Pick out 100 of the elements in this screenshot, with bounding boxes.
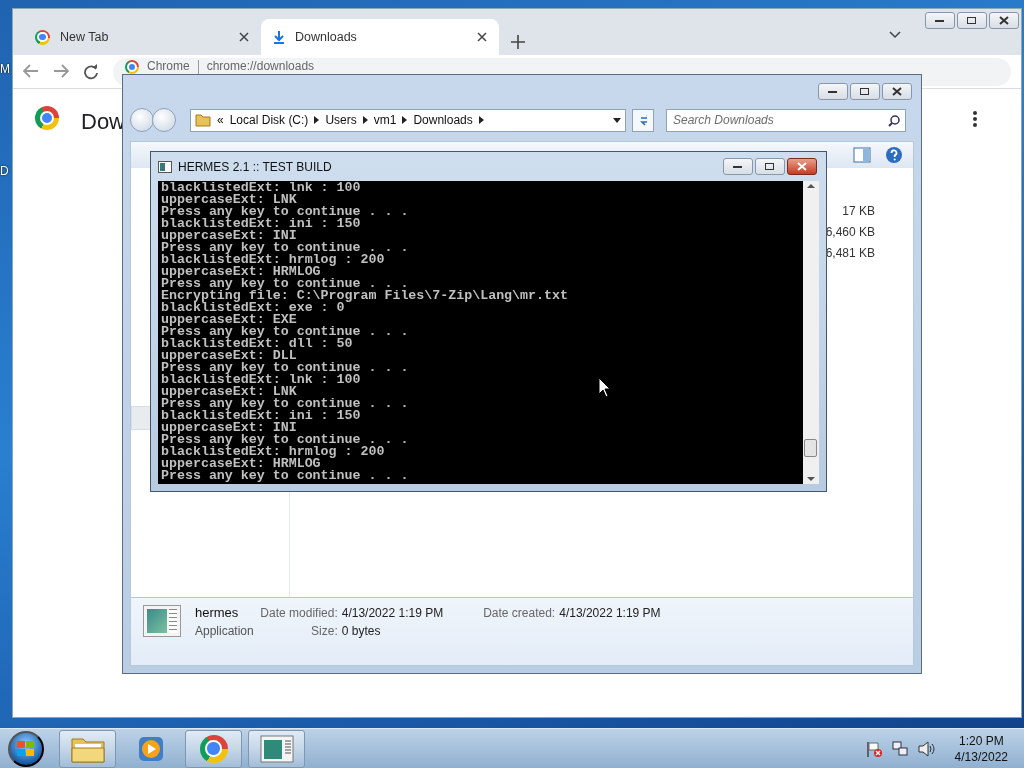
close-tab-icon[interactable] (477, 32, 487, 42)
detail-value: 4/13/2022 1:19 PM (559, 606, 661, 620)
console-line: blacklistedExt: ini : 150 (161, 410, 361, 422)
scrollbar[interactable] (803, 181, 819, 484)
more-menu-icon[interactable] (973, 111, 977, 127)
tab-search-chevron-icon[interactable] (889, 31, 901, 39)
detail-value: 4/13/2022 1:19 PM (341, 606, 444, 620)
close-button[interactable] (989, 12, 1019, 29)
file-size: 6,460 KB (825, 225, 875, 239)
minimize-button[interactable] (925, 12, 955, 29)
taskbar-app-button[interactable] (185, 729, 242, 768)
window-title: HERMES 2.1 :: TEST BUILD (178, 159, 333, 174)
console-line: Press any key to continue . . . (161, 398, 409, 410)
console-icon (158, 160, 172, 173)
desktop-icon-label: M (0, 62, 10, 76)
back-icon[interactable] (23, 64, 39, 78)
taskbar-app-button[interactable] (248, 729, 305, 768)
file-size: 6,481 KB (825, 246, 875, 260)
clock[interactable]: 1:20 PM 4/13/2022 (954, 733, 1008, 764)
maximize-icon (765, 162, 775, 171)
mouse-cursor-icon (598, 377, 611, 398)
breadcrumb-item[interactable]: Local Disk (C:) (229, 113, 309, 127)
desktop-icon-label: D (0, 164, 9, 178)
media-player-icon (136, 734, 165, 763)
breadcrumb-item[interactable]: vm1 (373, 113, 397, 127)
network-icon[interactable] (890, 739, 909, 758)
breadcrumb-arrow-icon[interactable] (362, 116, 368, 124)
console-line: uppercaseExt: HRMLOG (161, 266, 321, 278)
console-line: blacklistedExt: ini : 150 (161, 218, 361, 230)
file-type: Application (195, 624, 255, 638)
console-line: blacklistedExt: hrmlog : 200 (161, 254, 385, 266)
site-info-icon (125, 60, 139, 74)
forward-icon[interactable] (53, 64, 69, 78)
console-line: Press any key to continue . . . (161, 362, 409, 374)
browser-tab[interactable]: New Tab (23, 19, 261, 55)
tab-favicon-icon (35, 29, 50, 45)
detail-label: Size: (310, 624, 338, 638)
application-icon (143, 605, 181, 637)
minimize-button[interactable] (723, 158, 753, 175)
search-field[interactable]: Search Downloads (666, 108, 906, 132)
chrome-icon (199, 734, 228, 763)
detail-value: 0 bytes (341, 624, 382, 638)
chrome-logo-icon (35, 106, 59, 130)
console-line: uppercaseExt: EXE (161, 314, 297, 326)
console-line: Encrypting file: C:\Program Files\7-Zip\Lang\mr.txt (161, 290, 568, 302)
maximize-icon (967, 16, 977, 25)
console-line: blacklistedExt: exe : 0 (161, 302, 345, 314)
console-line: Press any key to continue . . . (161, 326, 409, 338)
maximize-button[interactable] (957, 12, 987, 29)
console-line: Press any key to continue . . . (161, 206, 409, 218)
address-bar[interactable]: « Local Disk (C:) Users vm1 Downloads (190, 108, 626, 132)
console-line: uppercaseExt: LNK (161, 194, 297, 206)
close-icon (797, 162, 807, 171)
breadcrumb-overflow[interactable]: « (217, 113, 224, 127)
console-line: blacklistedExt: lnk : 100 (161, 374, 361, 386)
scroll-down-icon[interactable] (807, 477, 815, 482)
windows-logo-icon (17, 740, 35, 757)
scrollbar-thumb[interactable] (804, 439, 817, 457)
console-line: uppercaseExt: HRMLOG (161, 458, 321, 470)
refresh-icon (639, 114, 647, 126)
taskbar-app-button[interactable] (59, 729, 116, 768)
action-center-flag-icon[interactable] (864, 739, 883, 758)
search-icon[interactable] (888, 114, 900, 127)
folder-icon (195, 113, 211, 127)
console-line: blacklistedExt: lnk : 100 (161, 182, 361, 194)
close-button[interactable] (787, 158, 817, 175)
console-line: uppercaseExt: INI (161, 230, 297, 242)
start-button[interactable] (8, 730, 44, 767)
breadcrumb-arrow-icon[interactable] (478, 116, 484, 124)
breadcrumb-arrow-icon[interactable] (314, 116, 320, 124)
maximize-button[interactable] (755, 158, 785, 175)
minimize-button[interactable] (818, 83, 848, 100)
reload-icon[interactable] (83, 64, 99, 80)
scroll-up-icon[interactable] (807, 183, 815, 188)
browser-tab[interactable]: Downloads (261, 19, 499, 55)
file-name: hermes (195, 605, 239, 620)
dropdown-arrow-icon[interactable] (613, 117, 621, 123)
console-line: Press any key to continue . . . (161, 434, 409, 446)
pane-handle[interactable] (131, 406, 153, 430)
breadcrumb-item[interactable]: Downloads (413, 113, 473, 127)
help-icon[interactable] (885, 146, 903, 164)
console-line: blacklistedExt: dll : 50 (161, 338, 353, 350)
breadcrumb-arrow-icon[interactable] (402, 116, 408, 124)
breadcrumb-item[interactable]: Users (325, 113, 357, 127)
close-icon (892, 87, 902, 96)
console-line: uppercaseExt: LNK (161, 386, 297, 398)
console-line: Press any key to continue . . . (161, 242, 409, 254)
refresh-button[interactable] (632, 108, 654, 132)
console-line: blacklistedExt: hrmlog : 200 (161, 446, 385, 458)
maximize-button[interactable] (850, 83, 880, 100)
detail-label: Date created: (483, 606, 556, 620)
download-icon (273, 30, 285, 44)
console-line: Press any key to continue . . . (161, 278, 409, 290)
volume-icon[interactable] (916, 739, 935, 758)
close-tab-icon[interactable] (239, 32, 249, 42)
maximize-icon (860, 87, 870, 96)
console-line: Press any key to continue . . . (161, 470, 409, 482)
close-button[interactable] (882, 83, 912, 100)
close-icon (999, 16, 1009, 25)
new-tab-icon[interactable] (511, 35, 525, 49)
